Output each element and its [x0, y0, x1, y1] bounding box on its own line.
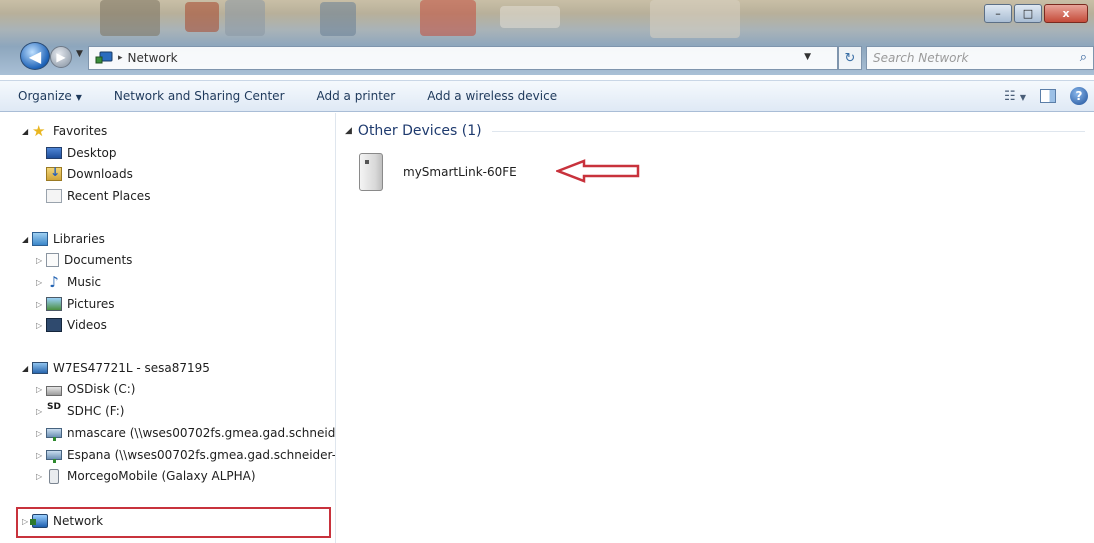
- nav-item-documents[interactable]: ▷ Documents: [36, 250, 132, 270]
- device-name: mySmartLink-60FE: [403, 165, 517, 179]
- device-item[interactable]: mySmartLink-60FE: [359, 153, 517, 191]
- nav-computer-label: W7ES47721L - sesa87195: [53, 361, 210, 375]
- nav-item-label: Pictures: [67, 297, 115, 311]
- expand-icon[interactable]: ▷: [36, 429, 46, 438]
- command-bar-right: ☷ ▼ ?: [1004, 87, 1088, 105]
- forward-button[interactable]: ▶: [50, 46, 72, 68]
- chevron-down-icon: ▼: [75, 93, 82, 102]
- title-bar: – □ x ◀ ▶ ▼ ▸ Network ▼ ↻ ⌕: [0, 0, 1094, 75]
- nav-computer[interactable]: ◢ W7ES47721L - sesa87195: [22, 358, 210, 378]
- organize-label: Organize: [18, 89, 72, 103]
- refresh-icon: ↻: [844, 50, 856, 66]
- change-view-icon[interactable]: ☷ ▼: [1004, 89, 1026, 104]
- nav-item-label: Recent Places: [67, 189, 151, 203]
- nav-item-osdisk[interactable]: ▷ OSDisk (C:): [36, 379, 135, 399]
- nav-item-desktop[interactable]: Desktop: [46, 143, 117, 163]
- add-wireless-device-button[interactable]: Add a wireless device: [411, 89, 573, 103]
- expand-icon[interactable]: ▷: [36, 278, 46, 287]
- computer-icon: [32, 362, 48, 374]
- phone-icon: [49, 468, 59, 484]
- expand-icon[interactable]: ▷: [36, 300, 46, 309]
- disk-icon: [46, 385, 62, 396]
- command-bar: Organize ▼ Network and Sharing Center Add…: [0, 80, 1094, 112]
- breadcrumb-network[interactable]: Network: [128, 51, 178, 65]
- sd-card-icon: SD: [47, 402, 61, 412]
- address-dropdown-icon[interactable]: ▼: [804, 52, 811, 62]
- expand-icon[interactable]: ▷: [36, 472, 46, 481]
- minimize-button[interactable]: –: [984, 4, 1012, 23]
- nav-item-music[interactable]: ▷ ♪ Music: [36, 272, 101, 292]
- refresh-button[interactable]: ↻: [838, 46, 862, 70]
- nav-favorites-label: Favorites: [53, 124, 108, 138]
- red-arrow-annotation: [556, 159, 640, 183]
- group-divider: [491, 130, 1085, 132]
- nav-item-sdhc[interactable]: ▷ SD SDHC (F:): [36, 401, 124, 421]
- nav-item-morcegomobile[interactable]: ▷ MorcegoMobile (Galaxy ALPHA): [36, 466, 256, 486]
- nav-item-label: SDHC (F:): [67, 404, 125, 418]
- navigation-row: ◀ ▶ ▼ ▸ Network ▼ ↻ ⌕: [0, 40, 1094, 72]
- collapse-icon[interactable]: ◢: [345, 126, 352, 136]
- nav-favorites[interactable]: ◢ ★ Favorites: [22, 121, 107, 141]
- nav-item-label: OSDisk (C:): [67, 382, 136, 396]
- expand-icon[interactable]: ▷: [36, 385, 46, 394]
- downloads-icon: [46, 165, 62, 181]
- help-icon[interactable]: ?: [1070, 87, 1088, 105]
- nav-item-label: MorcegoMobile (Galaxy ALPHA): [67, 469, 256, 483]
- navigation-pane: ◢ ★ Favorites Desktop Downloads Recent P…: [0, 113, 336, 543]
- search-input[interactable]: [873, 51, 1088, 65]
- nav-item-pictures[interactable]: ▷ Pictures: [36, 294, 115, 314]
- expand-icon[interactable]: ▷: [36, 407, 46, 416]
- group-header-other-devices[interactable]: ◢ Other Devices (1): [345, 123, 1085, 139]
- collapse-icon[interactable]: ◢: [22, 364, 32, 373]
- pictures-icon: [46, 297, 62, 311]
- nav-item-label: Videos: [67, 318, 107, 332]
- network-icon: [95, 51, 113, 64]
- nav-item-label: Music: [67, 275, 102, 289]
- network-sharing-center-button[interactable]: Network and Sharing Center: [98, 89, 301, 103]
- expand-icon[interactable]: ▷: [36, 256, 46, 265]
- preview-pane-icon[interactable]: [1040, 89, 1056, 103]
- nav-item-espana[interactable]: ▷ Espana (\\wses00702fs.gmea.gad.schneid…: [36, 445, 336, 465]
- desktop-icon: [46, 147, 62, 159]
- nav-item-recent-places[interactable]: Recent Places: [46, 186, 150, 206]
- videos-icon: [46, 318, 62, 332]
- nav-item-label: nmascare (\\wses00702fs.gmea.gad.schneid…: [67, 426, 336, 440]
- device-icon: [359, 153, 383, 191]
- nav-libraries[interactable]: ◢ Libraries: [22, 229, 105, 249]
- back-button[interactable]: ◀: [20, 42, 50, 70]
- search-icon[interactable]: ⌕: [1080, 50, 1087, 65]
- highlight-box: [16, 507, 331, 538]
- collapse-icon[interactable]: ◢: [22, 235, 32, 244]
- add-printer-button[interactable]: Add a printer: [301, 89, 412, 103]
- content-pane: ◢ Other Devices (1) mySmartLink-60FE: [337, 113, 1094, 543]
- group-title: Other Devices (1): [357, 123, 482, 139]
- expand-icon[interactable]: ▷: [36, 321, 46, 330]
- network-drive-icon: [46, 428, 62, 441]
- nav-item-label: Downloads: [67, 167, 133, 181]
- nav-item-label: Desktop: [67, 146, 117, 160]
- libraries-icon: [32, 232, 48, 246]
- network-drive-icon: [46, 450, 62, 463]
- star-icon: ★: [32, 122, 46, 140]
- window-controls: – □ x: [982, 4, 1088, 23]
- recent-pages-chevron-icon[interactable]: ▼: [76, 49, 83, 59]
- nav-item-label: Documents: [64, 253, 133, 267]
- expand-icon[interactable]: ▷: [36, 451, 46, 460]
- nav-item-videos[interactable]: ▷ Videos: [36, 315, 107, 335]
- recent-places-icon: [46, 189, 62, 203]
- close-button[interactable]: x: [1044, 4, 1088, 23]
- nav-libraries-label: Libraries: [53, 232, 105, 246]
- documents-icon: [46, 253, 59, 267]
- address-bar[interactable]: ▸ Network ▼: [88, 46, 838, 70]
- maximize-button[interactable]: □: [1014, 4, 1042, 23]
- music-icon: ♪: [49, 273, 59, 291]
- nav-item-label: Espana (\\wses00702fs.gmea.gad.schneider…: [67, 448, 336, 462]
- nav-item-nmascare[interactable]: ▷ nmascare (\\wses00702fs.gmea.gad.schne…: [36, 423, 336, 443]
- nav-item-downloads[interactable]: Downloads: [46, 164, 133, 184]
- breadcrumb-separator-icon[interactable]: ▸: [118, 53, 123, 63]
- search-box[interactable]: ⌕: [866, 46, 1094, 70]
- collapse-icon[interactable]: ◢: [22, 127, 32, 136]
- organize-menu[interactable]: Organize ▼: [0, 89, 98, 103]
